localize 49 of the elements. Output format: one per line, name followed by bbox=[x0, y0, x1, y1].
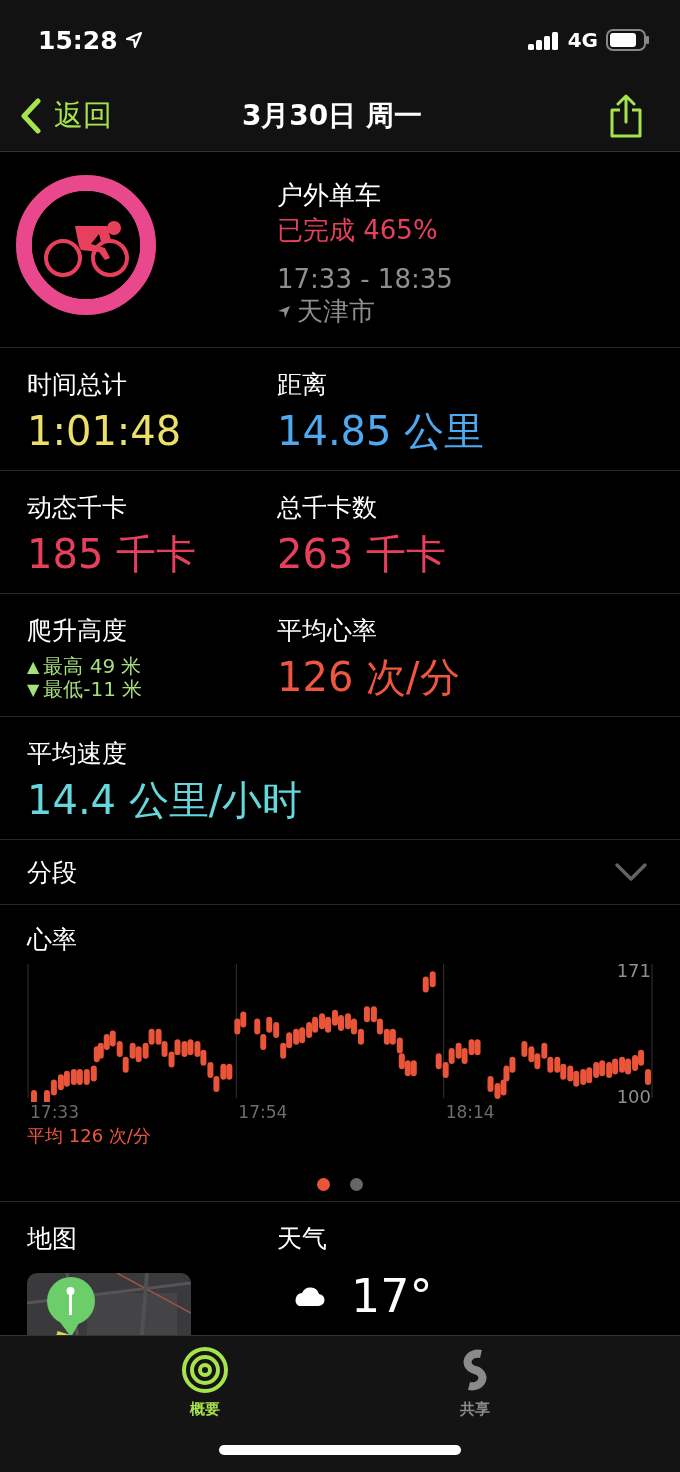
rings-icon bbox=[181, 1346, 229, 1394]
metric-label: 动态千卡 bbox=[27, 492, 128, 524]
metric-value: 14.4 公里/小时 bbox=[27, 776, 303, 825]
time-label: 17:33 bbox=[30, 1102, 79, 1122]
location-text: 天津市 bbox=[297, 295, 375, 328]
battery-icon bbox=[606, 29, 650, 51]
metric-label: 总千卡数 bbox=[277, 492, 378, 524]
metric-value: 14.85 公里 bbox=[277, 407, 485, 456]
min-rate-label: 100 bbox=[616, 1086, 651, 1107]
network-type: 4G bbox=[567, 28, 598, 52]
map-title: 地图 bbox=[27, 1223, 78, 1255]
max-rate-label: 171 bbox=[616, 960, 651, 981]
tab[interactable]: 概要 bbox=[181, 1346, 229, 1419]
chevron-icon[interactable] bbox=[614, 862, 648, 882]
metric-label: 距离 bbox=[277, 369, 328, 401]
location-arrow-icon bbox=[125, 32, 142, 48]
page-dot[interactable] bbox=[317, 1178, 330, 1191]
triangle-marker: ▲ bbox=[27, 658, 40, 675]
metric-label: 爬升高度 bbox=[27, 615, 128, 647]
time-range: 17:33 - 18:35 bbox=[277, 264, 454, 294]
workout-name: 户外单车 bbox=[277, 179, 382, 212]
average-rate: 平均 126 次/分 bbox=[27, 1125, 151, 1146]
metric-value: 185 千卡 bbox=[27, 530, 197, 579]
completion-text: 已完成 465% bbox=[277, 214, 439, 247]
heart-rate-title: 心率 bbox=[27, 925, 77, 954]
location-arrow-icon bbox=[277, 304, 291, 319]
chevron-left-icon bbox=[20, 97, 42, 134]
share-icon[interactable] bbox=[608, 93, 644, 138]
temperature: 17° bbox=[351, 1269, 433, 1323]
metric-value: 1:01:48 bbox=[27, 407, 182, 456]
weather-title: 天气 bbox=[277, 1223, 328, 1255]
nav-title: 3月30日 周一 bbox=[241, 97, 423, 134]
elevation-reading: 最低-11 米 bbox=[43, 678, 143, 701]
time-label: 18:14 bbox=[445, 1102, 495, 1122]
metric-label: 平均心率 bbox=[277, 615, 378, 647]
signal-icon bbox=[527, 30, 560, 50]
metric-label: 平均速度 bbox=[27, 738, 128, 770]
page-dot[interactable] bbox=[350, 1178, 363, 1191]
metric-value: 126 次/分 bbox=[277, 653, 460, 702]
back-button[interactable]: 返回 bbox=[20, 95, 112, 136]
tab[interactable]: 共享 bbox=[451, 1346, 499, 1419]
triangle-marker: ▼ bbox=[27, 681, 40, 698]
time-label: 17:54 bbox=[238, 1102, 288, 1122]
workout-ring-icon bbox=[15, 174, 157, 316]
elevation-reading: 最高 49 米 bbox=[43, 655, 142, 678]
splits-label: 分段 bbox=[27, 856, 77, 889]
metric-value: 263 千卡 bbox=[277, 530, 447, 579]
metric-label: 时间总计 bbox=[27, 369, 128, 401]
status-time: 15:28 bbox=[38, 25, 118, 55]
